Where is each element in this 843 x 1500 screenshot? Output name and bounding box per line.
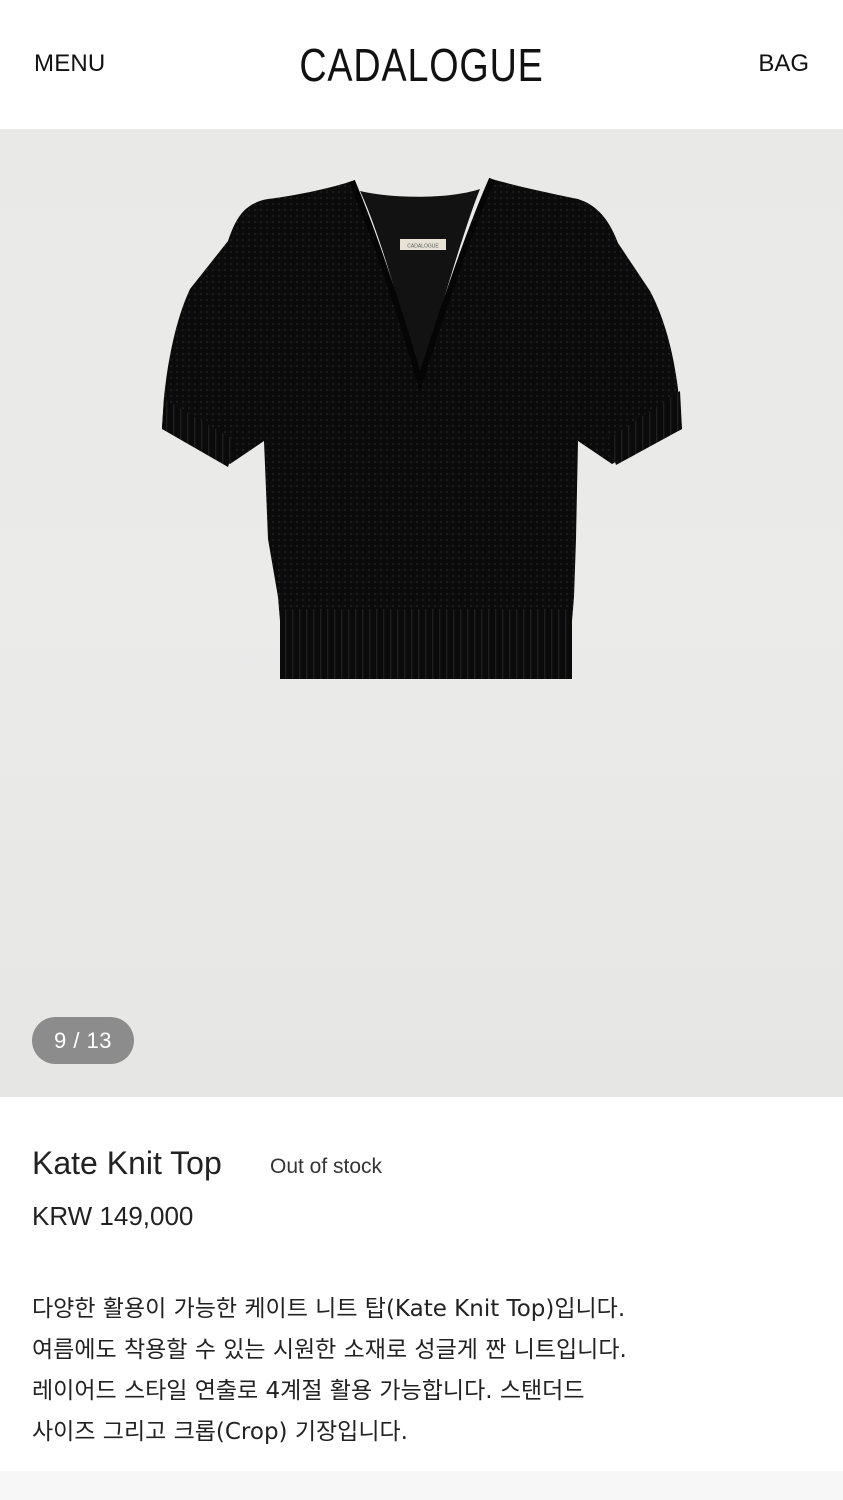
description-line: 다양한 활용이 가능한 케이트 니트 탑(Kate Knit Top)입니다. [32,1296,626,1322]
site-header: MENU CADALOGUE BAG [0,0,843,129]
description-line: 사이즈 그리고 크롭(Crop) 기장입니다. [32,1419,408,1445]
description-line: 레이어드 스타일 연출로 4계절 활용 가능합니다. 스탠더드 [32,1378,585,1404]
product-info: Kate Knit Top Out of stock KRW 149,000 다… [0,1097,843,1471]
footer-strip [0,1471,843,1500]
bag-button[interactable]: BAG [758,50,809,78]
stock-status: Out of stock [270,1155,383,1178]
product-title: Kate Knit Top [32,1145,222,1181]
product-description: 다양한 활용이 가능한 케이트 니트 탑(Kate Knit Top)입니다. … [32,1289,792,1453]
neck-label-text: CADALOGUE [407,244,439,250]
product-image: CADALOGUE [162,177,682,679]
product-price: KRW 149,000 [32,1201,194,1231]
description-line: 여름에도 착용할 수 있는 시원한 소재로 성글게 짠 니트입니다. [32,1337,627,1363]
image-counter: 9 / 13 [32,1017,134,1064]
product-image-gallery[interactable]: CADALOGUE 9 / 13 [0,129,843,1097]
brand-logo[interactable]: CADALOGUE [76,38,767,92]
